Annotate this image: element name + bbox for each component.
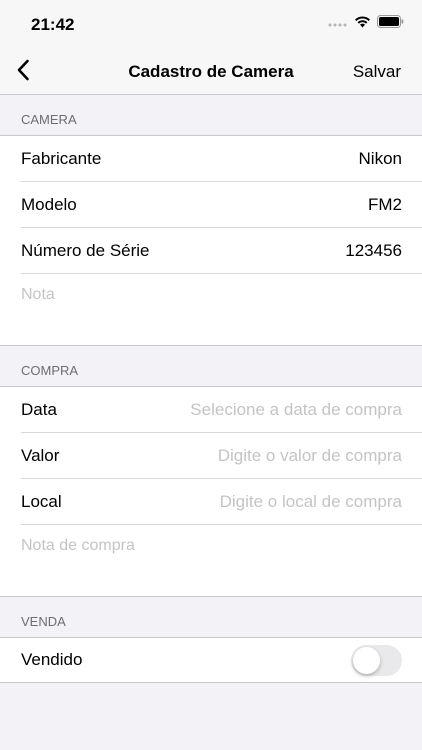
battery-icon — [377, 15, 404, 33]
manufacturer-row[interactable]: Fabricante Nikon — [21, 136, 422, 181]
section-header-purchase: COMPRA — [21, 363, 79, 378]
model-row[interactable]: Modelo FM2 — [21, 181, 422, 227]
purchase-group: Data Selecione a data de compra Valor Di… — [0, 386, 422, 597]
sold-label: Vendido — [21, 650, 83, 669]
purchase-location-field[interactable]: Digite o local de compra — [220, 492, 402, 512]
status-icons — [328, 15, 404, 33]
serial-number-label: Número de Série — [21, 240, 150, 260]
manufacturer-label: Fabricante — [21, 148, 102, 168]
purchase-date-row[interactable]: Data Selecione a data de compra — [21, 387, 422, 432]
model-label: Modelo — [21, 194, 77, 214]
navigation-bar: Cadastro de Camera Salvar — [0, 50, 422, 95]
status-bar: 21:42 — [0, 0, 422, 50]
purchase-value-row[interactable]: Valor Digite o valor de compra — [21, 432, 422, 478]
purchase-date-field[interactable]: Selecione a data de compra — [190, 400, 402, 420]
camera-note-field[interactable]: Nota — [21, 273, 422, 345]
toggle-knob — [353, 646, 380, 674]
model-value[interactable]: FM2 — [368, 195, 402, 215]
save-button[interactable]: Salvar — [353, 62, 401, 82]
section-header-sale: VENDA — [21, 614, 66, 629]
signal-dots-icon — [328, 15, 348, 33]
sold-row: Vendido — [21, 638, 422, 682]
manufacturer-value[interactable]: Nikon — [359, 149, 402, 169]
purchase-value-label: Valor — [21, 445, 60, 465]
purchase-note-field[interactable]: Nota de compra — [21, 524, 422, 596]
wifi-icon — [354, 15, 371, 33]
serial-number-row[interactable]: Número de Série 123456 — [21, 227, 422, 273]
purchase-date-label: Data — [21, 399, 57, 419]
camera-group: Fabricante Nikon Modelo FM2 Número de Sé… — [0, 135, 422, 346]
section-header-camera: CAMERA — [21, 112, 77, 127]
purchase-value-field[interactable]: Digite o valor de compra — [218, 446, 402, 466]
purchase-location-label: Local — [21, 491, 62, 511]
sale-group: Vendido — [0, 637, 422, 683]
serial-number-value[interactable]: 123456 — [345, 241, 402, 261]
purchase-location-row[interactable]: Local Digite o local de compra — [21, 478, 422, 524]
status-time: 21:42 — [31, 15, 75, 34]
sold-toggle[interactable] — [351, 644, 402, 676]
